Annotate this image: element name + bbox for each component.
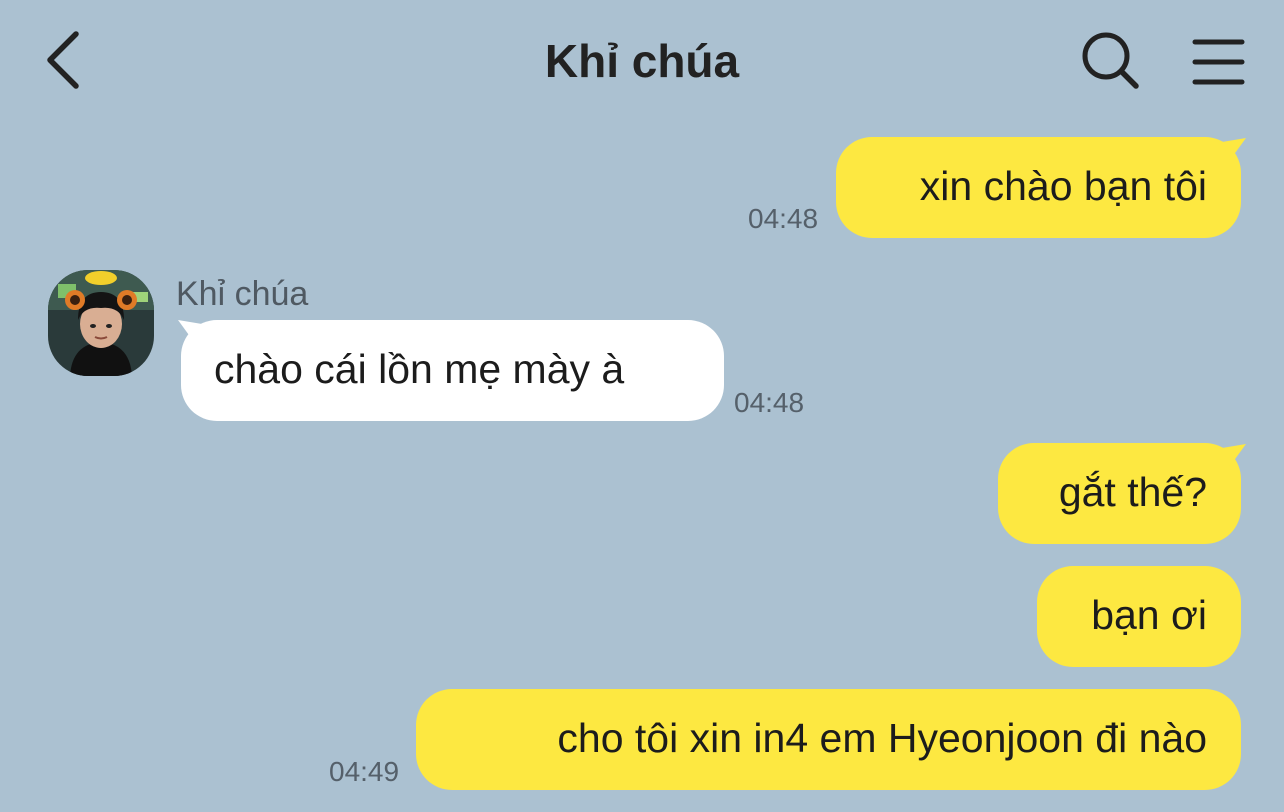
message-text: bạn ơi <box>1091 592 1207 638</box>
outgoing-message-bubble[interactable]: gắt thế? <box>998 443 1241 544</box>
avatar-image <box>48 270 154 376</box>
avatar[interactable] <box>48 270 154 376</box>
back-button[interactable] <box>36 26 96 94</box>
message-text: cho tôi xin in4 em Hyeonjoon đi nào <box>557 715 1207 761</box>
menu-button[interactable] <box>1188 34 1248 90</box>
search-icon <box>1082 32 1139 89</box>
message-text: gắt thế? <box>1058 469 1207 515</box>
message-time: 04:48 <box>734 387 805 418</box>
chat-title: Khỉ chúa <box>544 35 740 87</box>
bubble-tail <box>1222 444 1246 466</box>
outgoing-message-bubble[interactable]: cho tôi xin in4 em Hyeonjoon đi nào <box>416 689 1241 790</box>
message-time: 04:49 <box>329 756 400 787</box>
chevron-left-icon <box>47 31 79 89</box>
sender-name: Khỉ chúa <box>176 275 309 313</box>
incoming-message-bubble[interactable]: chào cái lồn mẹ mày à <box>181 320 724 421</box>
message-text: chào cái lồn mẹ mày à <box>214 346 625 392</box>
bubble-tail <box>1222 138 1246 160</box>
chat-header: Khỉ chúa <box>0 0 1284 120</box>
outgoing-message-bubble[interactable]: xin chào bạn tôi <box>836 137 1241 238</box>
message-text: xin chào bạn tôi <box>919 163 1207 209</box>
search-button[interactable] <box>1078 28 1144 94</box>
message-time: 04:48 <box>748 203 819 234</box>
menu-icon <box>1192 39 1245 85</box>
outgoing-message-bubble[interactable]: bạn ơi <box>1037 566 1241 667</box>
